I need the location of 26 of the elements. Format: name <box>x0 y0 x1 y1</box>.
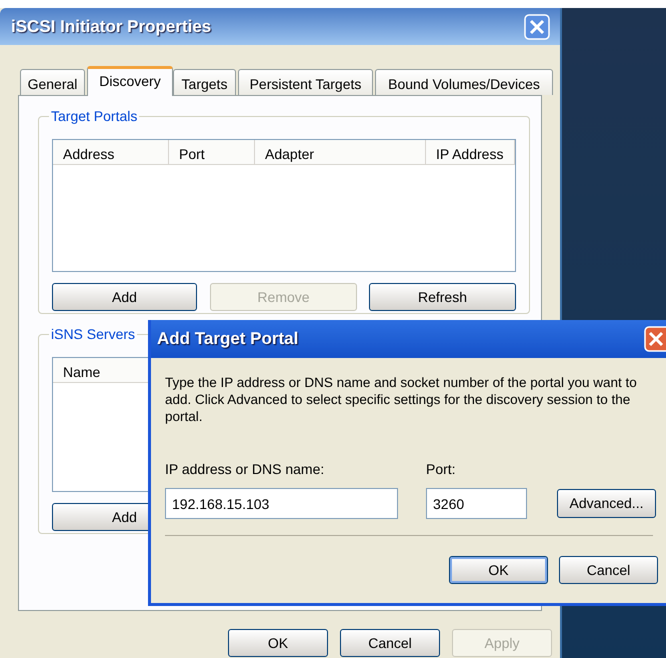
button[interactable]: OK <box>449 556 548 584</box>
button[interactable]: OK <box>228 629 328 657</box>
button[interactable]: Refresh <box>369 283 516 311</box>
dialog-title: Add Target Portal <box>157 328 298 350</box>
tab[interactable]: Persistent Targets <box>238 69 373 95</box>
advanced-button[interactable]: Advanced... <box>557 489 656 518</box>
group-title: iSNS Servers <box>50 325 136 344</box>
close-icon[interactable] <box>524 14 550 40</box>
button[interactable]: Cancel <box>340 629 440 657</box>
close-icon[interactable] <box>644 326 666 352</box>
window-title: iSCSI Initiator Properties <box>11 16 212 38</box>
tab[interactable]: Bound Volumes/Devices <box>375 69 553 95</box>
tab[interactable]: General <box>20 69 85 95</box>
button[interactable]: Cancel <box>559 556 658 584</box>
field-label: Port: <box>426 460 457 479</box>
tab[interactable]: Targets <box>173 69 236 95</box>
column-header[interactable]: Address <box>53 140 169 165</box>
column-header[interactable]: Adapter <box>255 140 426 165</box>
group-title: Target Portals <box>50 107 138 126</box>
tab[interactable]: Discovery <box>87 66 173 96</box>
port-field[interactable]: 3260 <box>426 488 527 519</box>
field-label: IP address or DNS name: <box>165 460 326 479</box>
button[interactable]: Add <box>52 283 197 311</box>
ip-address-field[interactable]: 192.168.15.103 <box>165 488 398 519</box>
column-header[interactable]: Port <box>169 140 255 165</box>
column-header[interactable]: IP Address <box>426 140 515 165</box>
